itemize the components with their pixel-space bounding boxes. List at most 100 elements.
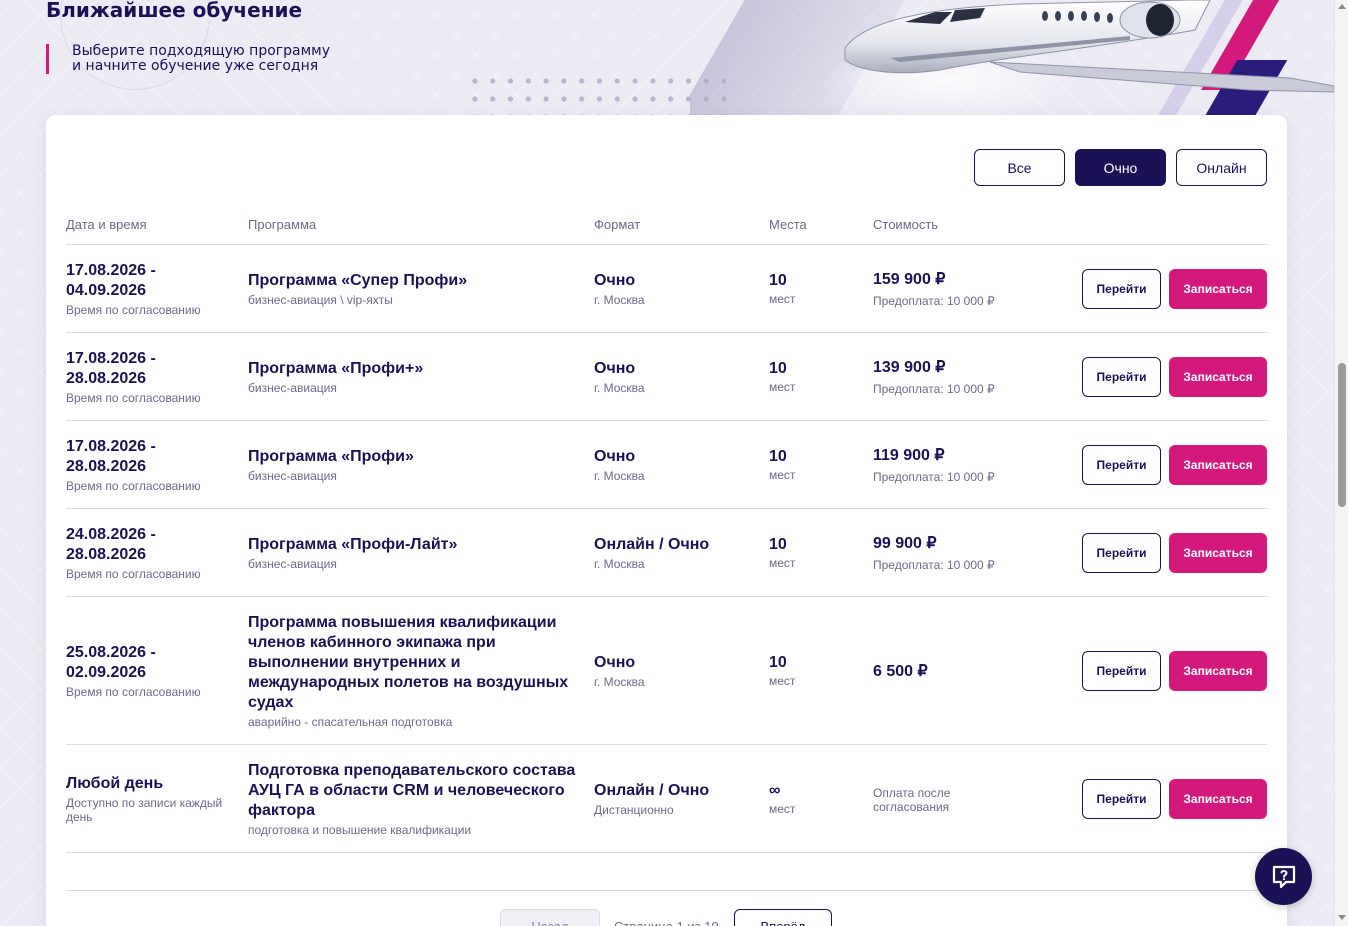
business-jet-image bbox=[844, 0, 1334, 93]
date-end: 04.09.2026 bbox=[66, 281, 147, 299]
prepay-note: Предоплата: 10 000 ₽ bbox=[873, 558, 995, 572]
header-price: Стоимость bbox=[873, 217, 939, 232]
help-chat-button[interactable] bbox=[1255, 848, 1312, 905]
program-category: бизнес-авиация \ vip-яхты bbox=[248, 292, 393, 307]
table-header: Дата и время Программа Формат Места Стои… bbox=[66, 211, 1267, 245]
date-start: 17.08.2026 - bbox=[66, 349, 156, 367]
date-note: Время по согласованию bbox=[66, 390, 201, 405]
date-end: 02.09.2026 bbox=[66, 663, 147, 681]
header-format: Формат bbox=[594, 217, 641, 232]
table-row: 17.08.2026 - 28.08.2026 Время по согласо… bbox=[66, 333, 1267, 421]
header-seats: Места bbox=[769, 217, 807, 232]
format-location: г. Москва bbox=[594, 380, 645, 395]
program-category: бизнес-авиация bbox=[248, 380, 337, 395]
chat-question-icon bbox=[1272, 865, 1295, 888]
date-end: 28.08.2026 bbox=[66, 545, 147, 563]
pager-divider bbox=[66, 890, 1267, 891]
program-title: Программа «Супер Профи» bbox=[248, 271, 468, 289]
program-category: бизнес-авиация bbox=[248, 468, 337, 483]
filter-online-button[interactable]: Онлайн bbox=[1176, 149, 1267, 186]
enroll-button[interactable]: Записаться bbox=[1169, 650, 1267, 691]
enroll-button[interactable]: Записаться bbox=[1169, 444, 1267, 485]
format-location: г. Москва bbox=[594, 292, 645, 307]
subtitle-line-1: Выберите подходящую программу bbox=[72, 43, 331, 59]
date-start: 24.08.2026 - bbox=[66, 525, 156, 543]
price-value: 159 900 ₽ bbox=[873, 271, 946, 288]
enroll-button[interactable]: Записаться bbox=[1169, 532, 1267, 573]
format-value: Очно bbox=[594, 447, 636, 465]
table-row: 17.08.2026 - 04.09.2026 Время по согласо… bbox=[66, 245, 1267, 333]
seats-unit: мест bbox=[769, 379, 796, 394]
date-note: Время по согласованию bbox=[66, 566, 201, 581]
scroll-down-arrow[interactable] bbox=[1338, 915, 1346, 920]
program-title: Программа «Профи+» bbox=[248, 359, 424, 377]
date-note: Время по согласованию bbox=[66, 478, 201, 493]
format-location: г. Москва bbox=[594, 674, 645, 689]
prepay-note: Предоплата: 10 000 ₽ bbox=[873, 382, 995, 396]
format-value: Очно bbox=[594, 653, 636, 671]
go-button[interactable]: Перейти bbox=[1082, 444, 1161, 485]
format-filter-group: Все Очно Онлайн bbox=[974, 149, 1267, 186]
page-title: Ближайшее обучение bbox=[46, 0, 303, 22]
price-value: 119 900 ₽ bbox=[873, 447, 945, 464]
date-end: 28.08.2026 bbox=[66, 369, 147, 387]
format-location: г. Москва bbox=[594, 468, 645, 483]
seats-unit: мест bbox=[769, 467, 796, 482]
seats-unit: мест bbox=[769, 291, 796, 306]
header-program: Программа bbox=[248, 217, 317, 232]
seats-unit: мест bbox=[769, 555, 796, 570]
dot-grid-decoration bbox=[466, 72, 726, 116]
program-category: подготовка и повышение квалификации bbox=[248, 822, 472, 837]
go-button[interactable]: Перейти bbox=[1082, 268, 1161, 309]
format-value: Онлайн / Очно bbox=[594, 781, 710, 799]
date-start: 17.08.2026 - bbox=[66, 437, 156, 455]
date-note: Время по согласованию bbox=[66, 684, 201, 699]
scroll-up-arrow[interactable] bbox=[1338, 4, 1346, 9]
date-start: Любой день bbox=[66, 774, 164, 792]
subtitle-line-2: и начните обучение уже сегодня bbox=[72, 58, 319, 74]
seats-unit: мест bbox=[769, 673, 796, 688]
scrollbar-thumb[interactable] bbox=[1338, 363, 1346, 507]
go-button[interactable]: Перейти bbox=[1082, 778, 1161, 819]
page-scrollbar[interactable] bbox=[1334, 0, 1348, 926]
filter-offline-button[interactable]: Очно bbox=[1075, 149, 1166, 186]
filter-all-button[interactable]: Все bbox=[974, 149, 1065, 186]
format-location: г. Москва bbox=[594, 556, 645, 571]
enroll-button[interactable]: Записаться bbox=[1169, 268, 1267, 309]
price-value: 99 900 ₽ bbox=[873, 535, 937, 552]
table-row: 17.08.2026 - 28.08.2026 Время по согласо… bbox=[66, 421, 1267, 509]
date-start: 25.08.2026 - bbox=[66, 643, 156, 661]
page-subtitle: Выберите подходящую программу и начните … bbox=[46, 44, 330, 74]
schedule-card: Все Очно Онлайн Дата и время Программа Ф… bbox=[46, 115, 1287, 926]
table-row: 24.08.2026 - 28.08.2026 Время по согласо… bbox=[66, 509, 1267, 597]
next-page-button[interactable]: Вперёд bbox=[734, 909, 832, 926]
prev-page-button[interactable]: Назад bbox=[500, 909, 600, 926]
table-row: Любой день Доступно по записи каждый ден… bbox=[66, 745, 1267, 853]
prepay-note: Предоплата: 10 000 ₽ bbox=[873, 294, 995, 308]
seats-count: ∞ bbox=[769, 781, 781, 799]
enroll-button[interactable]: Записаться bbox=[1169, 356, 1267, 397]
format-value: Онлайн / Очно bbox=[594, 535, 710, 553]
price-note: Оплата после согласования bbox=[873, 785, 951, 814]
prepay-note: Предоплата: 10 000 ₽ bbox=[873, 470, 995, 484]
header-date: Дата и время bbox=[66, 217, 147, 232]
enroll-button[interactable]: Записаться bbox=[1169, 778, 1267, 819]
date-end: 28.08.2026 bbox=[66, 457, 147, 475]
price-value: 139 900 ₽ bbox=[873, 359, 946, 376]
go-button[interactable]: Перейти bbox=[1082, 356, 1161, 397]
go-button[interactable]: Перейти bbox=[1082, 532, 1161, 573]
program-category: бизнес-авиация bbox=[248, 556, 337, 571]
seats-count: 10 bbox=[769, 535, 787, 553]
table-row: 25.08.2026 - 02.09.2026 Время по согласо… bbox=[66, 597, 1267, 745]
seats-count: 10 bbox=[769, 359, 787, 377]
go-button[interactable]: Перейти bbox=[1082, 650, 1161, 691]
date-start: 17.08.2026 - bbox=[66, 261, 156, 279]
program-title: Программа повышения квалификации членов … bbox=[248, 613, 569, 711]
program-category: аварийно - спасательная подготовка bbox=[248, 714, 453, 729]
seats-count: 10 bbox=[769, 271, 787, 289]
program-title: Программа «Профи» bbox=[248, 447, 414, 465]
program-title: Программа «Профи-Лайт» bbox=[248, 535, 458, 553]
program-title: Подготовка преподавательского состава АУ… bbox=[248, 761, 576, 819]
date-note: Доступно по записи каждый день bbox=[66, 795, 223, 824]
page-indicator: Страница 1 из 10 bbox=[614, 909, 720, 926]
